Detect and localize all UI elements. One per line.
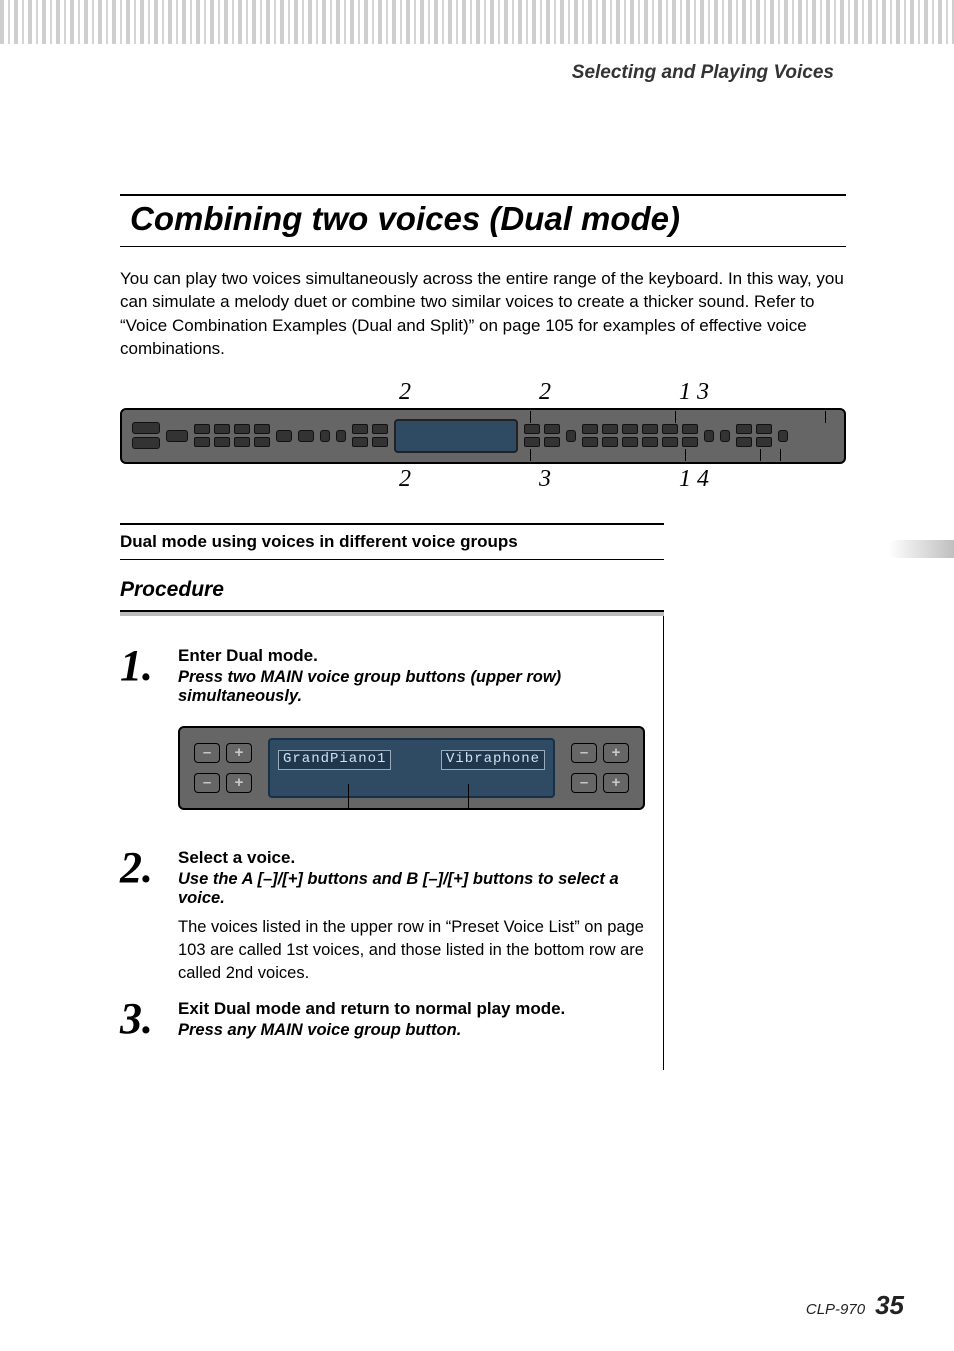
callout-number: 1 3 [675, 379, 775, 406]
step-title: Enter Dual mode. [178, 646, 645, 666]
lcd-figure: – + – + GrandPiano1 Vibraphone [178, 726, 645, 810]
intro-paragraph: You can play two voices simultaneously a… [120, 267, 846, 361]
step-instruction: Press any MAIN voice group button. [178, 1021, 565, 1040]
step-title: Select a voice. [178, 848, 645, 868]
plus-button[interactable]: + [226, 773, 252, 793]
procedure-step: 2. Select a voice. Use the A [–]/[+] but… [120, 848, 645, 985]
step-number: 3. [120, 999, 162, 1040]
decorative-barcode [0, 0, 954, 44]
plus-button[interactable]: + [603, 773, 629, 793]
page-footer: CLP-970 35 [806, 1290, 904, 1321]
procedure-step: 1. Enter Dual mode. Press two MAIN voice… [120, 646, 645, 834]
callout-number: 2 [395, 466, 535, 493]
procedure-heading: Procedure [120, 578, 664, 602]
procedure-step: 3. Exit Dual mode and return to normal p… [120, 999, 645, 1040]
step-number: 1. [120, 646, 162, 834]
page-title: Combining two voices (Dual mode) [120, 194, 846, 247]
callout-number: 3 [535, 466, 675, 493]
subsection-heading: Dual mode using voices in different voic… [120, 523, 664, 560]
step-instruction: Press two MAIN voice group buttons (uppe… [178, 668, 645, 706]
lcd-display: GrandPiano1 Vibraphone [268, 738, 555, 798]
callout-number: 1 4 [675, 466, 775, 493]
running-header: Selecting and Playing Voices [0, 62, 894, 84]
minus-button[interactable]: – [571, 773, 597, 793]
minus-button[interactable]: – [194, 773, 220, 793]
step-number: 2. [120, 848, 162, 985]
page-tab-shadow [888, 540, 954, 558]
plus-button[interactable]: + [603, 743, 629, 763]
plus-button[interactable]: + [226, 743, 252, 763]
step-instruction: Use the A [–]/[+] buttons and B [–]/[+] … [178, 870, 645, 908]
lcd-voice-1: GrandPiano1 [278, 750, 391, 770]
step-note: The voices listed in the upper row in “P… [178, 916, 645, 985]
step-title: Exit Dual mode and return to normal play… [178, 999, 565, 1019]
minus-button[interactable]: – [194, 743, 220, 763]
lcd-voice-2: Vibraphone [441, 750, 545, 770]
control-panel-diagram: 2 2 1 3 [120, 379, 846, 493]
callout-number: 2 [395, 379, 535, 406]
footer-page-number: 35 [875, 1290, 904, 1321]
callout-number: 2 [535, 379, 675, 406]
footer-model: CLP-970 [806, 1301, 865, 1318]
minus-button[interactable]: – [571, 743, 597, 763]
